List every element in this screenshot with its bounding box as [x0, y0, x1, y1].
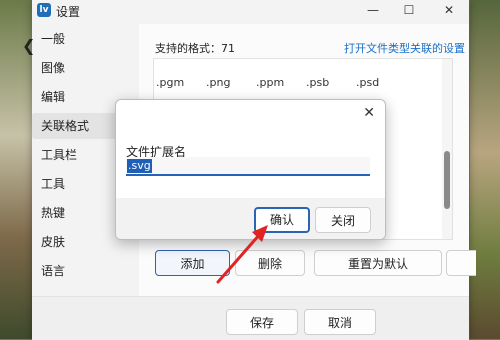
annotation-arrow-icon: [216, 225, 268, 284]
